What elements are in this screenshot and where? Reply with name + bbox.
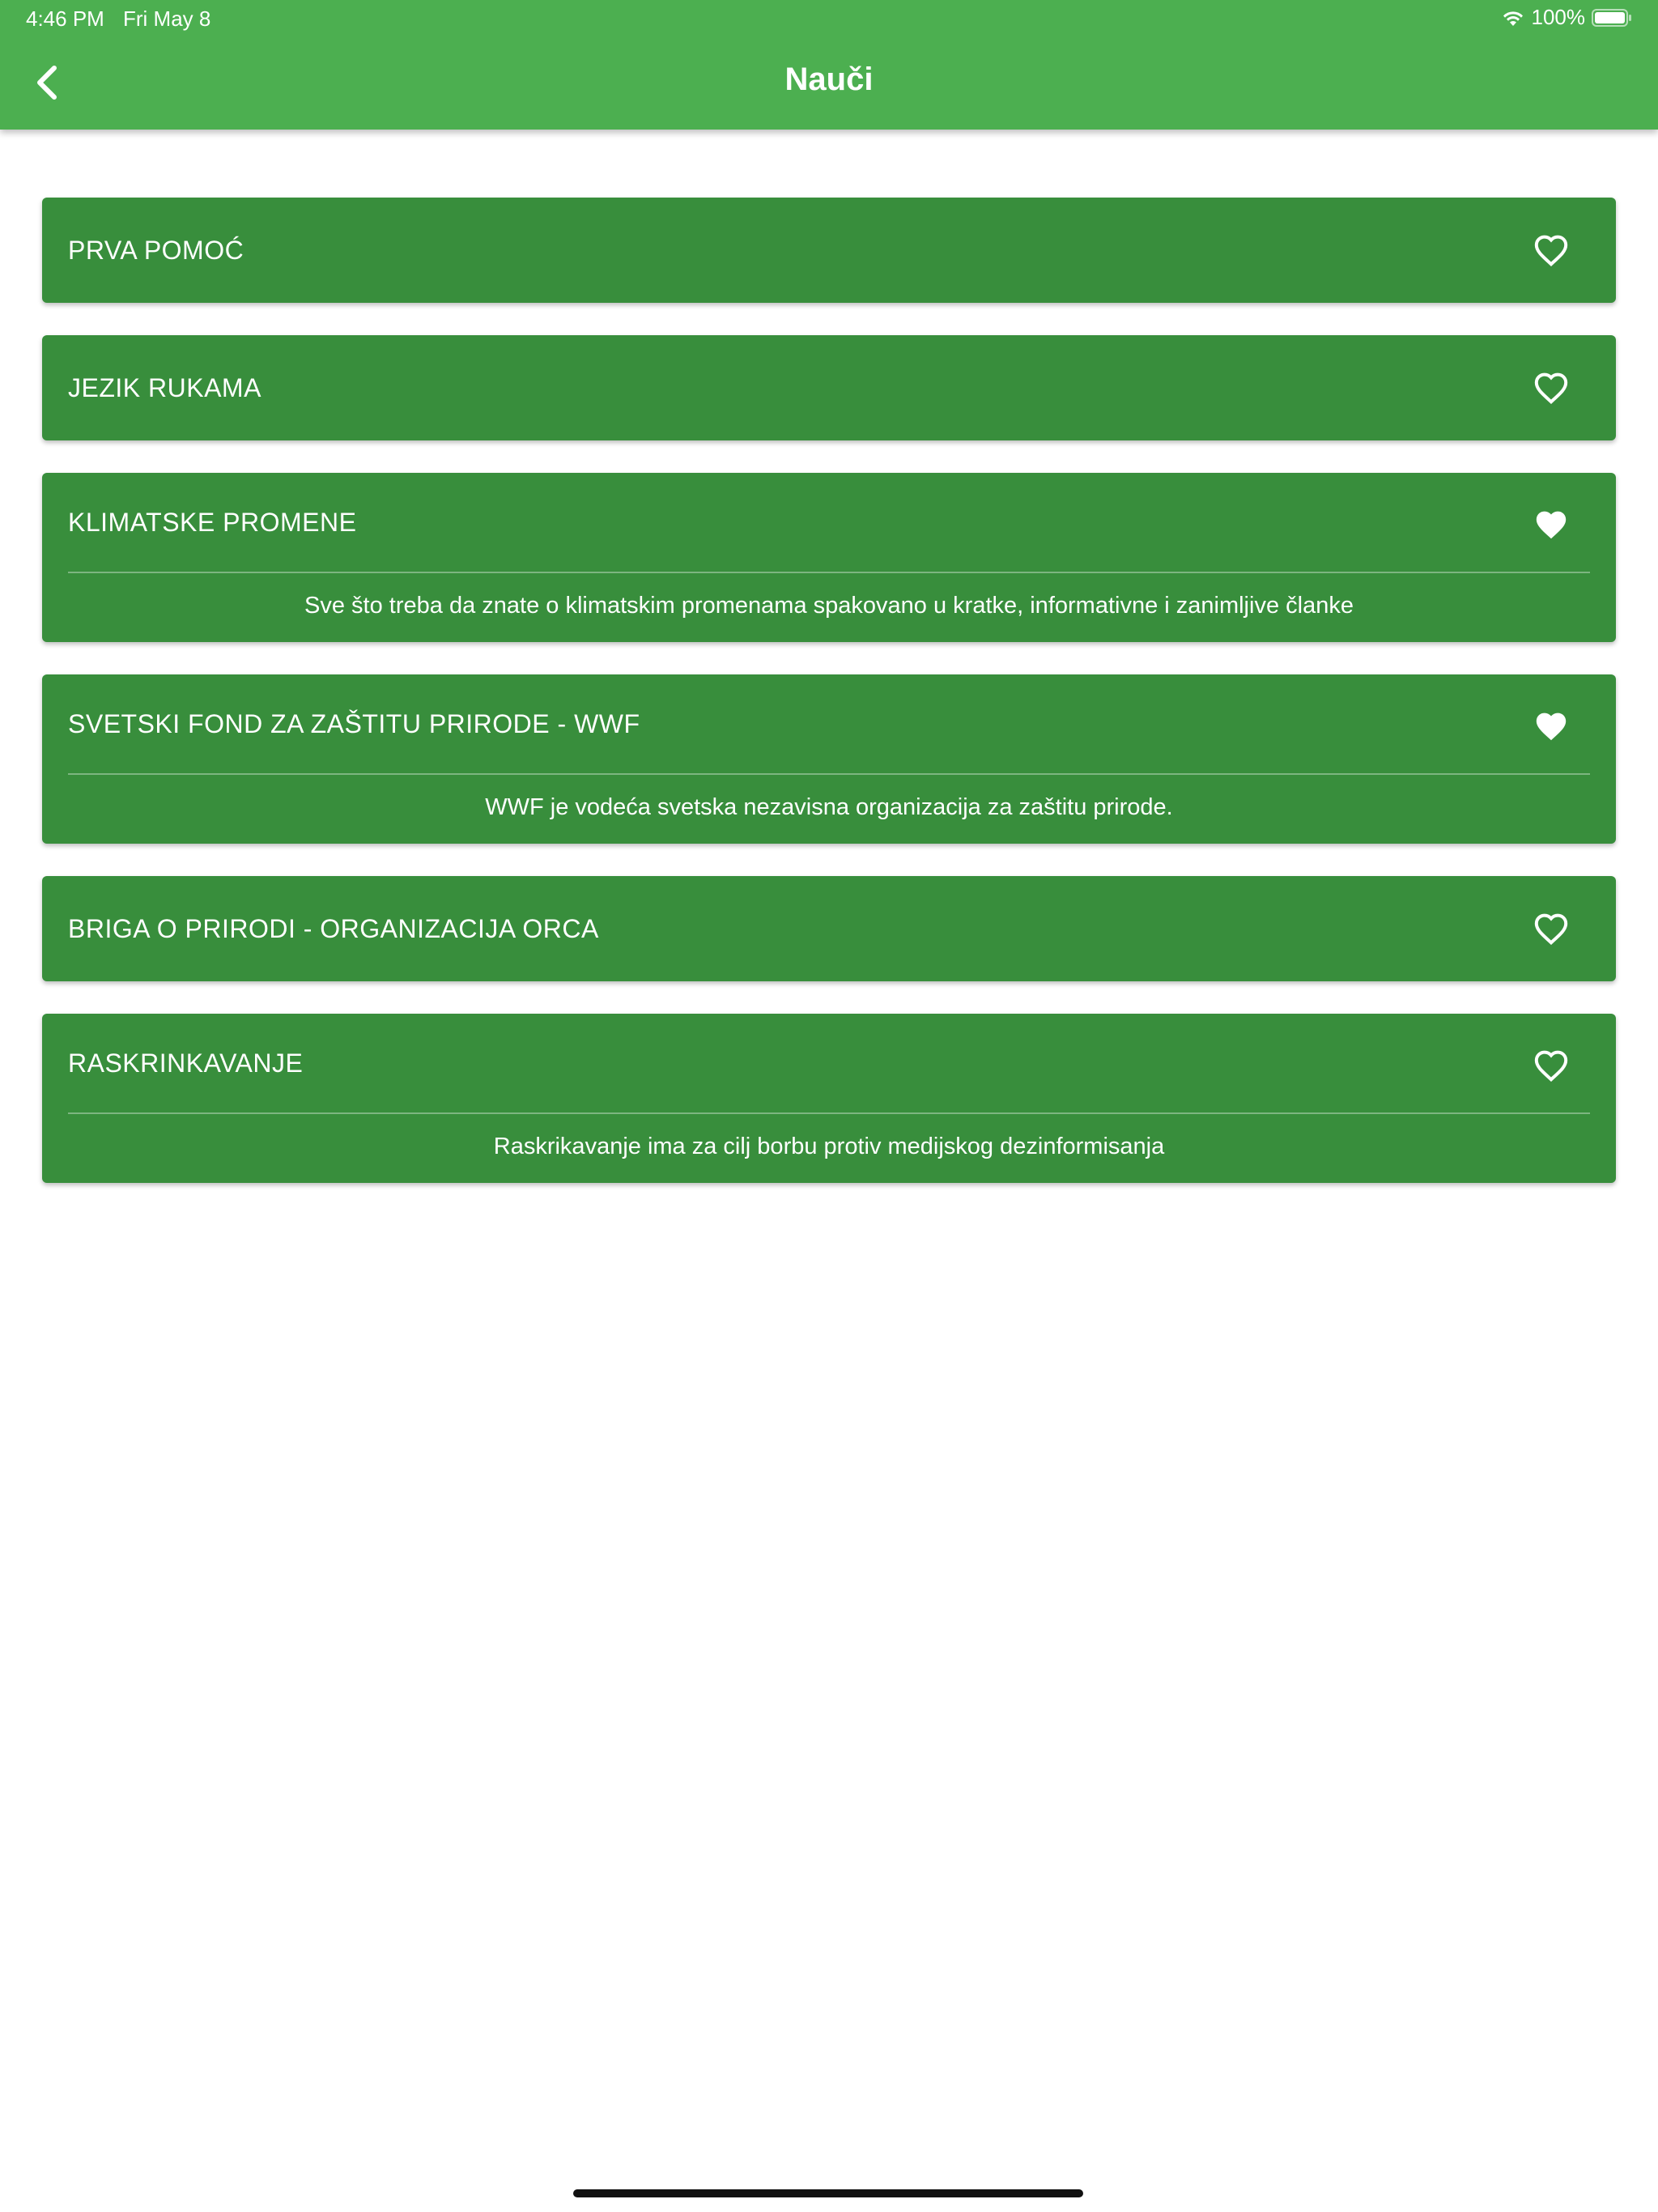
list-item[interactable]: KLIMATSKE PROMENE Sve što treba da znate… [42, 473, 1616, 642]
battery-percent: 100% [1531, 5, 1586, 29]
heart-outline-icon[interactable] [1532, 909, 1571, 948]
list-item-header[interactable]: JEZIK RUKAMA [42, 335, 1616, 440]
list-item-header[interactable]: KLIMATSKE PROMENE [42, 473, 1616, 572]
status-indicators: 100% [1501, 5, 1633, 30]
topic-list: PRVA POMOĆ JEZIK RUKAMA KLIMATSKE PROMEN… [42, 198, 1616, 1215]
list-item-title: SVETSKI FOND ZA ZAŠTITU PRIRODE - WWF [68, 708, 640, 738]
status-time: 4:46 PM [26, 6, 104, 31]
list-item[interactable]: JEZIK RUKAMA [42, 335, 1616, 440]
list-item[interactable]: SVETSKI FOND ZA ZAŠTITU PRIRODE - WWF WW… [42, 674, 1616, 844]
list-item-title: KLIMATSKE PROMENE [68, 507, 357, 537]
heart-filled-icon[interactable] [1532, 505, 1571, 544]
list-item-title: JEZIK RUKAMA [68, 372, 261, 402]
home-indicator[interactable] [573, 2189, 1083, 2197]
app-screen: 4:46 PM Fri May 8 100% Nauči PRVA POMOĆ … [0, 0, 1658, 2212]
status-date: Fri May 8 [123, 6, 211, 31]
list-item[interactable]: PRVA POMOĆ [42, 198, 1616, 303]
heart-outline-icon[interactable] [1532, 231, 1571, 270]
list-item-header[interactable]: PRVA POMOĆ [42, 198, 1616, 303]
heart-filled-icon[interactable] [1532, 707, 1571, 746]
list-item-title: BRIGA O PRIRODI - ORGANIZACIJA ORCA [68, 913, 599, 943]
list-item-description: WWF je vodeća svetska nezavisna organiza… [485, 794, 1173, 820]
wifi-icon [1501, 8, 1525, 28]
list-item-header[interactable]: SVETSKI FOND ZA ZAŠTITU PRIRODE - WWF [42, 674, 1616, 773]
list-item[interactable]: BRIGA O PRIRODI - ORGANIZACIJA ORCA [42, 876, 1616, 981]
app-bar: 4:46 PM Fri May 8 100% Nauči [0, 0, 1658, 130]
page-title: Nauči [784, 62, 874, 97]
status-bar: 4:46 PM Fri May 8 100% [0, 0, 1658, 37]
list-item-title: RASKRINKAVANJE [68, 1048, 304, 1078]
list-item[interactable]: RASKRINKAVANJE Raskrikavanje ima za cilj… [42, 1014, 1616, 1183]
heart-outline-icon[interactable] [1532, 1046, 1571, 1085]
heart-outline-icon[interactable] [1532, 368, 1571, 407]
battery-icon [1592, 8, 1632, 28]
list-item-header[interactable]: RASKRINKAVANJE [42, 1014, 1616, 1112]
list-item-header[interactable]: BRIGA O PRIRODI - ORGANIZACIJA ORCA [42, 876, 1616, 981]
navigation-bar: Nauči [0, 37, 1658, 130]
list-item-description: Raskrikavanje ima za cilj borbu protiv m… [493, 1134, 1165, 1159]
list-item-title: PRVA POMOĆ [68, 235, 244, 265]
list-item-description: Sve što treba da znate o klimatskim prom… [304, 593, 1354, 619]
